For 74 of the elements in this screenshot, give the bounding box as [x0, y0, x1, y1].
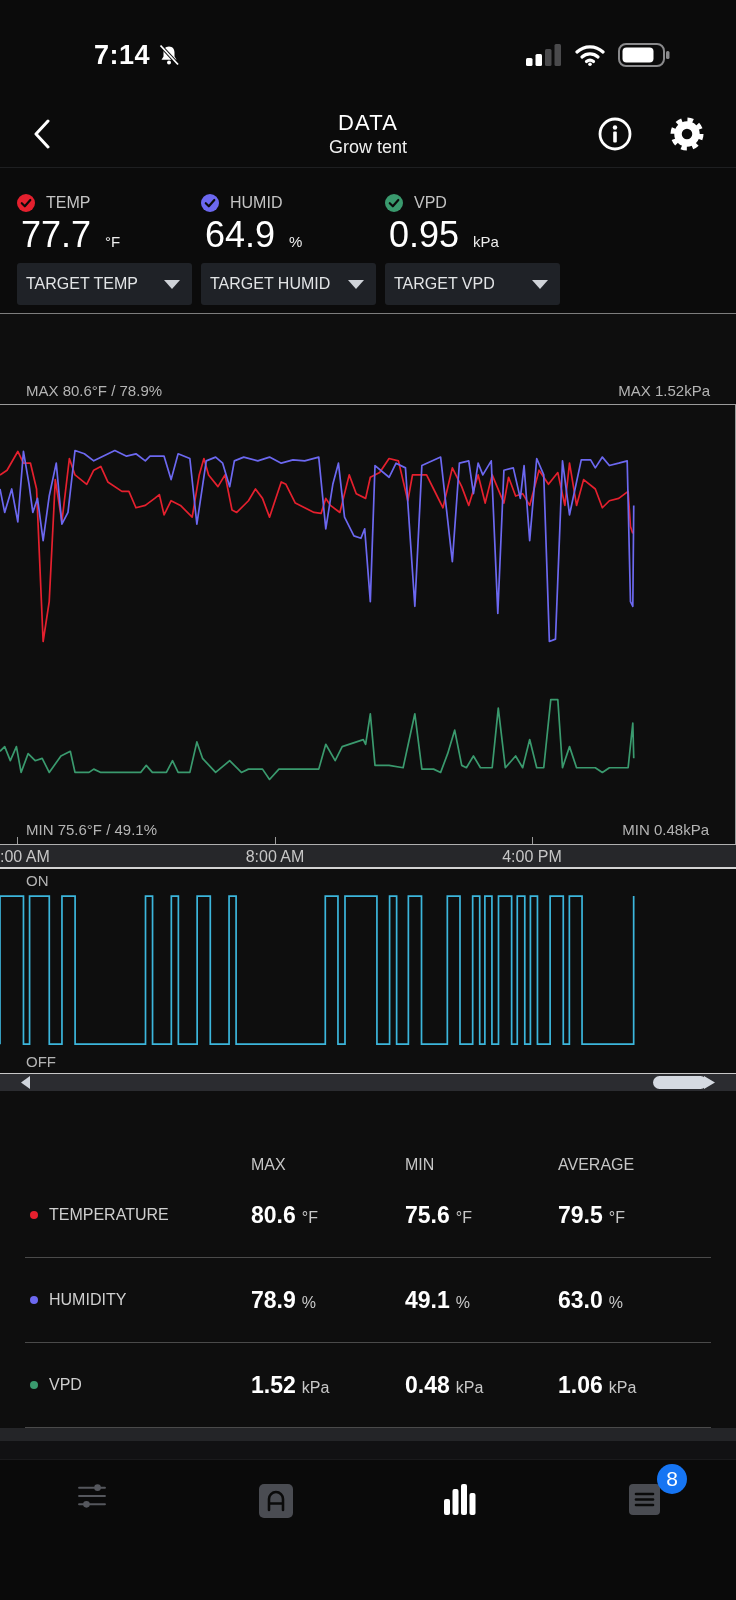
- settings-button[interactable]: [670, 116, 704, 151]
- sensor-label: TEMP: [46, 193, 91, 213]
- target-dropdown[interactable]: TARGET VPD: [385, 263, 560, 305]
- sensor-unit: °F: [105, 233, 121, 250]
- time-label: 8:00 AM: [245, 848, 305, 866]
- arch-tile-icon: [259, 1484, 293, 1518]
- bar-chart-icon: [444, 1484, 476, 1515]
- off-label: OFF: [26, 1054, 56, 1070]
- info-icon: [598, 116, 632, 151]
- cell-unit: kPa: [608, 1378, 637, 1397]
- scroll-left-icon[interactable]: [21, 1076, 30, 1089]
- check-circle-icon[interactable]: [385, 194, 403, 212]
- row-label: TEMPERATURE: [49, 1206, 169, 1224]
- back-button[interactable]: [33, 118, 51, 149]
- list-tile-icon: [628, 1484, 660, 1515]
- axis-tick: [17, 837, 18, 844]
- cell-unit: °F: [608, 1208, 625, 1227]
- column-header: MIN: [405, 1156, 436, 1173]
- min-label: MIN 75.6°F / 49.1%: [26, 822, 158, 838]
- status-time: 7:14: [94, 39, 151, 71]
- cell-unit: kPa: [455, 1378, 484, 1397]
- sensor-value: 0.95: [389, 213, 460, 257]
- cell-unit: %: [301, 1293, 316, 1312]
- sensor-label: HUMID: [230, 193, 283, 213]
- scrollbar-thumb[interactable]: [653, 1075, 715, 1090]
- time-label: 4:00 PM: [502, 848, 562, 866]
- sensor-unit: kPa: [473, 233, 499, 250]
- cell-value: 49.1: [405, 1286, 450, 1314]
- notification-badge: 8: [657, 1464, 687, 1494]
- cell-unit: °F: [301, 1208, 318, 1227]
- cell-value: 1.52: [251, 1371, 296, 1399]
- cell-value: 63.0: [558, 1286, 603, 1314]
- target-dropdown[interactable]: TARGET HUMID: [201, 263, 376, 305]
- sensor-value: 77.7: [21, 213, 92, 257]
- check-circle-icon[interactable]: [201, 194, 219, 212]
- sensor-label: VPD: [414, 193, 447, 213]
- row-label: HUMIDITY: [49, 1291, 127, 1309]
- cell-value: 78.9: [251, 1286, 296, 1314]
- chevron-left-icon: [33, 118, 51, 149]
- axis-tick: [532, 837, 533, 844]
- wifi-icon: [575, 44, 605, 66]
- column-header: AVERAGE: [558, 1156, 636, 1173]
- axis-tick: [275, 837, 276, 844]
- cell-value: 75.6: [405, 1201, 450, 1229]
- cell-unit: %: [608, 1293, 623, 1312]
- cell-unit: %: [455, 1293, 470, 1312]
- caret-icon: [164, 279, 180, 289]
- caret-icon: [532, 279, 548, 289]
- settings-icon: [670, 116, 704, 151]
- info-button[interactable]: [598, 116, 632, 151]
- cell-value: 1.06: [558, 1371, 603, 1399]
- caret-icon: [348, 279, 364, 289]
- column-header: MAX: [251, 1156, 287, 1173]
- target-dropdown[interactable]: TARGET TEMP: [17, 263, 192, 305]
- min-label: MIN 0.48kPa: [622, 822, 709, 838]
- signal-icon: [526, 44, 562, 66]
- cell-value: 79.5: [558, 1201, 603, 1229]
- row-label: VPD: [49, 1376, 82, 1394]
- max-label: MAX 1.52kPa: [618, 383, 710, 399]
- on-label: ON: [26, 873, 49, 889]
- cell-unit: kPa: [301, 1378, 330, 1397]
- cell-value: 80.6: [251, 1201, 296, 1229]
- max-label: MAX 80.6°F / 78.9%: [26, 383, 163, 399]
- check-circle-icon[interactable]: [17, 194, 35, 212]
- screen-subtitle: Grow tent: [329, 135, 407, 158]
- sensor-value: 64.9: [205, 213, 276, 257]
- battery-icon: [618, 43, 670, 67]
- sliders-icon: [77, 1484, 107, 1508]
- cell-value: 0.48: [405, 1371, 450, 1399]
- bell-slash-icon: [158, 44, 181, 66]
- time-label: :00 AM: [0, 848, 50, 866]
- sensor-unit: %: [289, 233, 303, 250]
- cell-unit: °F: [455, 1208, 472, 1227]
- screen-title: DATA: [337, 109, 399, 136]
